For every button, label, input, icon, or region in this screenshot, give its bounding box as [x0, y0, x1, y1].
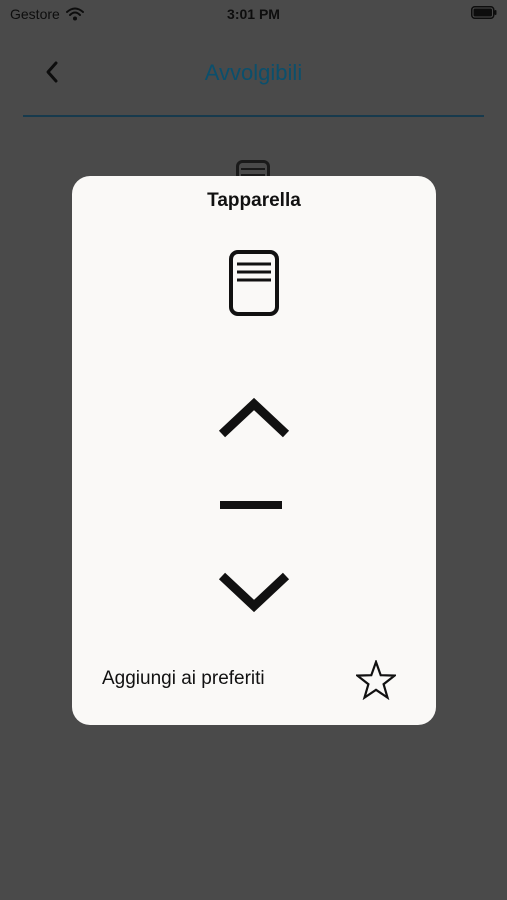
- shutter-down-button[interactable]: [218, 568, 290, 614]
- header-divider: [23, 115, 484, 117]
- modal-title: Tapparella: [207, 190, 301, 211]
- favorites-row[interactable]: Aggiungi ai preferiti: [102, 658, 398, 701]
- nav-header: Avvolgibili: [0, 50, 507, 96]
- favorites-label: Aggiungi ai preferiti: [102, 668, 265, 689]
- battery-icon: [471, 6, 497, 19]
- add-favorite-button[interactable]: [354, 658, 398, 701]
- shutter-control-modal: Tapparella Aggiungi ai preferiti: [72, 176, 436, 725]
- shutter-up-button[interactable]: [218, 396, 290, 442]
- chevron-up-icon: [218, 397, 290, 438]
- shutter-stop-button[interactable]: [218, 496, 284, 514]
- page-title: Avvolgibili: [204, 60, 303, 85]
- star-outline-icon: [354, 658, 398, 701]
- roller-shutter-icon: [229, 250, 279, 316]
- status-time: 3:01 PM: [227, 6, 280, 22]
- status-bar: Gestore 3:01 PM: [0, 0, 507, 28]
- minus-icon: [220, 501, 282, 509]
- chevron-down-icon: [218, 572, 290, 613]
